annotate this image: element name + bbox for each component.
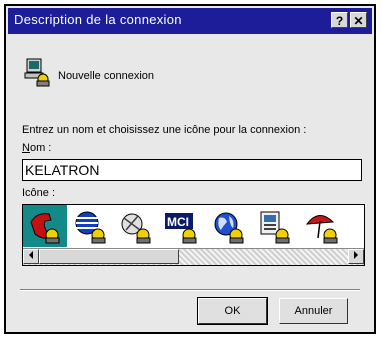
help-button[interactable]: ?	[331, 12, 348, 28]
arrow-left-icon	[29, 251, 33, 259]
red-phone-icon[interactable]	[25, 208, 65, 245]
cancel-button[interactable]: Annuler	[279, 298, 348, 324]
arrow-right-icon	[354, 251, 358, 259]
scroll-right-button[interactable]	[348, 249, 364, 264]
att-globe-icon[interactable]	[71, 208, 111, 245]
name-label-accesskey: N	[22, 142, 30, 154]
title-bar[interactable]: Description de la connexion ? ✕	[8, 8, 372, 34]
connection-name-input[interactable]: KELATRON	[22, 159, 362, 181]
window-title: Description de la connexion	[14, 12, 182, 27]
svg-text:MCI: MCI	[167, 215, 189, 229]
new-connection-label: Nouvelle connexion	[58, 70, 155, 82]
horizontal-scrollbar[interactable]	[23, 248, 364, 265]
instructions-text: Entrez un nom et choisissez une icône po…	[22, 124, 307, 136]
network-computer-icon	[24, 58, 50, 87]
scroll-left-button[interactable]	[23, 249, 39, 264]
icon-picker-list[interactable]: MCI	[22, 204, 365, 266]
icon-row: MCI	[23, 205, 364, 247]
satellite-globe-icon[interactable]	[116, 208, 156, 245]
icon-label: Icône :	[22, 187, 56, 199]
mci-logo-icon[interactable]: MCI	[162, 208, 202, 245]
blue-globe-icon[interactable]	[209, 208, 249, 245]
umbrella-icon[interactable]	[303, 208, 343, 245]
ok-button[interactable]: OK	[197, 297, 268, 325]
separator	[20, 289, 360, 291]
document-files-icon[interactable]	[255, 208, 295, 245]
close-button[interactable]: ✕	[350, 12, 367, 28]
name-label: Nom :	[22, 142, 51, 154]
connection-description-dialog: Description de la connexion ? ✕ Nouvelle…	[4, 4, 376, 334]
scrollbar-thumb[interactable]	[39, 249, 179, 264]
name-label-rest: om :	[29, 142, 52, 154]
